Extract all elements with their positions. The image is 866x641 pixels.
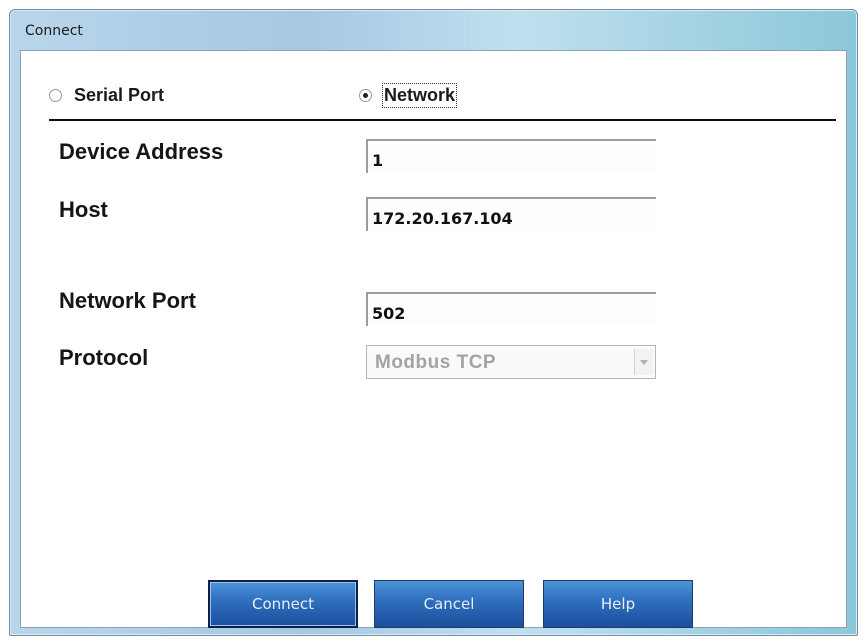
protocol-value: Modbus TCP: [375, 352, 497, 373]
serial-port-label: Serial Port: [74, 84, 165, 105]
window-title: Connect: [25, 23, 83, 39]
host-label: Host: [59, 197, 108, 222]
connect-button[interactable]: Connect: [208, 580, 358, 628]
section-divider: [49, 119, 836, 121]
help-button[interactable]: Help: [543, 580, 693, 628]
host-input[interactable]: [366, 197, 656, 231]
serial-port-option[interactable]: Serial Port: [49, 83, 164, 107]
cancel-button[interactable]: Cancel: [374, 580, 524, 628]
device-address-input[interactable]: [366, 139, 656, 173]
network-label: Network: [381, 82, 458, 108]
protocol-select[interactable]: Modbus TCP: [366, 345, 656, 379]
device-address-label: Device Address: [59, 139, 224, 164]
title-bar[interactable]: Connect: [10, 10, 857, 50]
protocol-label: Protocol: [59, 345, 149, 370]
network-option[interactable]: Network: [359, 82, 458, 108]
chevron-down-icon[interactable]: [634, 349, 653, 375]
connect-dialog: Connect Serial Port Network Device Addre…: [9, 9, 858, 636]
dialog-content: Serial Port Network Device Address Host …: [20, 50, 847, 628]
network-radio[interactable]: [359, 88, 372, 102]
serial-port-radio[interactable]: [49, 88, 62, 102]
network-port-input[interactable]: [366, 292, 656, 326]
network-port-label: Network Port: [59, 288, 196, 313]
